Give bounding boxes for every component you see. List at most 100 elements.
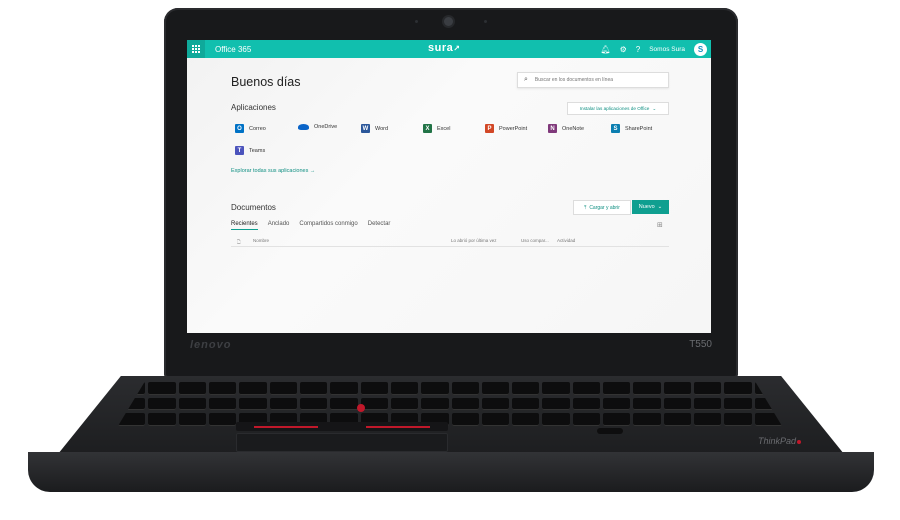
keyboard — [118, 382, 782, 426]
app-label: Correo — [249, 125, 266, 132]
upload-label: Cargar y abrir — [589, 204, 620, 211]
search-input[interactable] — [532, 76, 657, 84]
install-office-button[interactable]: Instalar las aplicaciones de Office ⌄ — [567, 102, 669, 115]
keyboard-key — [481, 397, 510, 411]
user-name[interactable]: Somos Sura — [649, 46, 685, 53]
app-tile-powerpoint[interactable]: P PowerPoint — [485, 124, 527, 133]
tab-recientes[interactable]: Recientes — [231, 221, 258, 230]
help-icon[interactable]: ? — [636, 45, 640, 54]
keyboard-key — [178, 397, 206, 411]
keyboard-key — [481, 382, 510, 395]
app-tile-word[interactable]: W Word — [361, 124, 388, 133]
app-tile-correo[interactable]: O Correo — [235, 124, 266, 133]
keyboard-key — [572, 382, 601, 395]
onenote-icon: N — [548, 124, 557, 133]
keyboard-key — [421, 397, 449, 411]
keyboard-key — [451, 382, 479, 395]
keyboard-key — [603, 397, 631, 411]
sura-logo: sura↗ — [428, 42, 460, 54]
keyboard-key — [512, 397, 540, 411]
app-label: OneDrive — [314, 124, 338, 130]
app-label: Teams — [249, 147, 266, 154]
tab-anclado[interactable]: Anclado — [268, 221, 290, 230]
app-tile-sharepoint[interactable]: S SharePoint — [611, 124, 652, 133]
keyboard-key — [542, 413, 570, 426]
keyboard-key — [208, 397, 237, 411]
upload-open-button[interactable]: ⤒ Cargar y abrir — [573, 200, 631, 215]
column-last-opened[interactable]: Lo abrió por última vez — [451, 238, 497, 243]
brand-logo: lenovo — [190, 339, 232, 351]
onedrive-icon — [298, 124, 309, 130]
app-label: OneNote — [562, 125, 585, 132]
search-icon: ⌕ — [524, 76, 528, 83]
tab-detectar[interactable]: Detectar — [368, 221, 391, 230]
column-activity[interactable]: Actividad — [557, 238, 575, 243]
touchpad — [236, 433, 448, 452]
keyboard-key — [603, 413, 631, 426]
app-tile-excel[interactable]: X Excel — [423, 124, 450, 133]
sharepoint-icon: S — [611, 124, 620, 133]
keyboard-key — [451, 413, 479, 426]
keyboard-key — [239, 382, 267, 395]
new-document-button[interactable]: Nuevo ⌄ — [632, 200, 669, 214]
gear-icon[interactable]: ⚙ — [620, 45, 627, 54]
keyboard-key — [542, 397, 570, 411]
outlook-icon: O — [235, 124, 244, 133]
keyboard-key — [663, 382, 692, 395]
swoosh-icon: ↗ — [453, 44, 461, 53]
document-tabs: Recientes Anclado Compartidos conmigo De… — [231, 221, 390, 230]
keyboard-key — [330, 397, 358, 411]
column-shared[interactable]: Uso compar... — [521, 238, 549, 243]
keyboard-key — [299, 382, 328, 395]
app-label: SharePoint — [625, 125, 653, 132]
touchpad-buttons — [236, 422, 448, 431]
powerpoint-icon: P — [485, 124, 494, 133]
office-topbar: Office 365 sura↗ 🔔︎ ⚙ ? Somos Sura S — [187, 40, 711, 58]
keyboard-key — [421, 382, 449, 395]
keyboard-key — [269, 382, 297, 395]
keyboard-key — [239, 397, 267, 411]
keyboard-key — [512, 413, 540, 426]
keyboard-key — [330, 382, 358, 395]
bell-icon[interactable]: 🔔︎ — [600, 45, 610, 54]
keyboard-key — [208, 382, 237, 395]
screen: Office 365 sura↗ 🔔︎ ⚙ ? Somos Sura S Bue… — [187, 40, 711, 333]
sensor-dot — [415, 20, 418, 23]
documents-title: Documentos — [231, 203, 276, 212]
install-label: Instalar las aplicaciones de Office — [579, 106, 650, 111]
webcam-icon — [444, 17, 453, 26]
keyboard-key — [148, 397, 176, 411]
keyboard-key — [148, 382, 176, 395]
laptop-front — [28, 452, 874, 492]
excel-icon: X — [423, 124, 432, 133]
avatar[interactable]: S — [694, 42, 707, 56]
keyboard-key — [663, 413, 692, 426]
keyboard-key — [663, 397, 692, 411]
explore-apps-link[interactable]: Explorar todas sus aplicaciones → — [231, 168, 315, 174]
keyboard-key — [572, 413, 601, 426]
app-title[interactable]: Office 365 — [215, 45, 251, 54]
keyboard-key — [603, 382, 631, 395]
app-tile-teams[interactable]: T Teams — [235, 146, 265, 155]
app-tile-onedrive[interactable]: OneDrive — [298, 124, 337, 130]
fingerprint-reader — [597, 428, 623, 434]
app-label: PowerPoint — [499, 125, 528, 132]
keyboard-key — [299, 397, 328, 411]
grid-view-icon[interactable]: ⊞ — [657, 221, 663, 229]
tab-compartidos[interactable]: Compartidos conmigo — [299, 221, 357, 230]
app-tile-onenote[interactable]: N OneNote — [548, 124, 584, 133]
topbar-actions: 🔔︎ ⚙ ? Somos Sura S — [600, 40, 707, 58]
new-label: Nuevo — [638, 204, 655, 210]
search-box[interactable]: ⌕ — [517, 72, 669, 88]
keyboard-key — [542, 382, 570, 395]
keyboard-key — [633, 382, 661, 395]
keyboard-key — [724, 382, 752, 395]
chevron-down-icon: ⌄ — [657, 204, 663, 210]
app-label: Excel — [437, 125, 451, 132]
trackpoint — [357, 404, 365, 412]
explore-label: Explorar todas sus aplicaciones — [231, 168, 309, 174]
waffle-icon[interactable] — [187, 40, 205, 58]
upload-icon: ⤒ — [584, 204, 587, 211]
documents-table-header: 🗋︎ Nombre Lo abrió por última vez Uso co… — [231, 236, 669, 247]
column-name[interactable]: Nombre — [253, 238, 269, 243]
